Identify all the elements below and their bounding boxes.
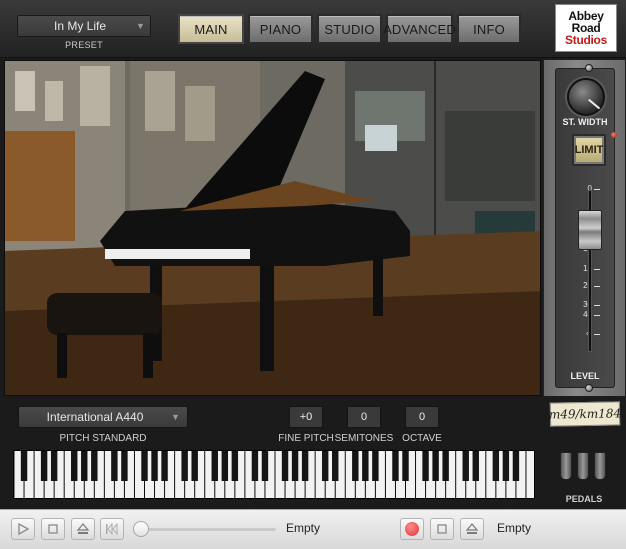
stop-icon xyxy=(48,524,58,534)
abbey-road-logo: Abbey Road Studios xyxy=(555,4,617,52)
studio-piano-image xyxy=(4,60,541,396)
tab-piano[interactable]: PIANO xyxy=(248,14,313,44)
black-key[interactable] xyxy=(221,451,229,481)
output-strip: ST. WIDTH LIMIT 0 5 10 15 20 30 40 ∞ LEV… xyxy=(543,60,625,396)
level-label: LEVEL xyxy=(570,371,600,381)
stereo-width-knob[interactable] xyxy=(567,78,605,116)
top-bar: In My Life ▼ PRESET MAIN PIANO STUDIO AD… xyxy=(0,0,626,58)
level-fader-handle[interactable] xyxy=(578,210,602,250)
limit-button[interactable]: LIMIT xyxy=(572,134,606,166)
black-key[interactable] xyxy=(422,451,429,481)
black-key[interactable] xyxy=(492,451,500,481)
pitch-standard-dropdown[interactable]: International A440 ▼ xyxy=(18,406,188,428)
black-key[interactable] xyxy=(281,451,289,481)
playback-position-track[interactable] xyxy=(138,528,276,531)
tab-main[interactable]: MAIN xyxy=(178,14,244,44)
pedal-middle[interactable] xyxy=(577,452,589,480)
pedals-icon xyxy=(558,452,608,482)
black-key[interactable] xyxy=(71,451,78,481)
black-key[interactable] xyxy=(181,451,188,481)
main-tabs: MAIN PIANO STUDIO ADVANCED INFO xyxy=(178,14,521,44)
black-key[interactable] xyxy=(191,451,198,481)
fine-pitch-label: FINE PITCH xyxy=(278,433,334,444)
pitch-standard-label: PITCH STANDARD xyxy=(59,433,147,444)
rewind-icon xyxy=(106,523,118,535)
recorder-status-text: Empty xyxy=(497,521,532,535)
black-key[interactable] xyxy=(432,451,439,481)
mic-tag: m49/km184 xyxy=(549,401,621,427)
black-key[interactable] xyxy=(251,451,259,481)
dropdown-arrow-icon: ▼ xyxy=(136,21,145,31)
black-key[interactable] xyxy=(301,451,309,481)
eject-button[interactable] xyxy=(71,518,95,540)
record-button[interactable] xyxy=(400,518,424,540)
black-key[interactable] xyxy=(321,451,329,481)
eject-icon xyxy=(77,523,89,534)
black-key[interactable] xyxy=(352,451,359,481)
preset-label: PRESET xyxy=(65,40,103,50)
octave-label: OCTAVE xyxy=(402,433,442,444)
black-key[interactable] xyxy=(20,451,28,481)
record-icon xyxy=(405,522,419,536)
black-key[interactable] xyxy=(261,451,269,481)
stereo-width-label: ST. WIDTH xyxy=(562,117,608,127)
black-key[interactable] xyxy=(502,451,510,481)
black-key[interactable] xyxy=(392,451,399,481)
black-key[interactable] xyxy=(372,451,379,481)
semitones-label: SEMITONES xyxy=(334,433,394,444)
semitones-field[interactable]: 0 xyxy=(347,406,381,428)
limit-led-icon xyxy=(611,132,617,138)
keyboard-keys[interactable] xyxy=(14,451,535,499)
tab-advanced[interactable]: ADVANCED xyxy=(383,14,456,44)
pedal-left[interactable] xyxy=(560,452,572,480)
transport-bar: Empty Empty xyxy=(0,509,626,549)
playback-position-handle[interactable] xyxy=(133,521,149,537)
rewind-button[interactable] xyxy=(100,518,124,540)
piano-illustration xyxy=(5,61,540,395)
black-key[interactable] xyxy=(462,451,469,481)
black-key[interactable] xyxy=(121,451,128,481)
black-key[interactable] xyxy=(402,451,409,481)
piano-keyboard[interactable] xyxy=(13,450,535,499)
play-icon xyxy=(18,523,29,535)
dropdown-arrow-icon: ▼ xyxy=(171,412,180,422)
tab-studio[interactable]: STUDIO xyxy=(317,14,382,44)
stop-button[interactable] xyxy=(41,518,65,540)
eject-icon xyxy=(466,523,478,534)
preset-value: In My Life xyxy=(53,19,107,33)
white-key[interactable] xyxy=(526,451,535,499)
black-key[interactable] xyxy=(442,451,449,481)
stop-icon xyxy=(437,524,447,534)
black-key[interactable] xyxy=(362,451,369,481)
black-key[interactable] xyxy=(40,451,48,481)
screw-icon xyxy=(585,64,593,72)
black-key[interactable] xyxy=(472,451,479,481)
screw-icon xyxy=(585,384,593,392)
black-key[interactable] xyxy=(141,451,148,481)
tab-info[interactable]: INFO xyxy=(457,14,521,44)
black-key[interactable] xyxy=(50,451,58,481)
black-key[interactable] xyxy=(91,451,98,481)
black-key[interactable] xyxy=(161,451,168,481)
black-key[interactable] xyxy=(111,451,118,481)
recorder-stop-button[interactable] xyxy=(430,518,454,540)
black-key[interactable] xyxy=(291,451,299,481)
pedals-label: PEDALS xyxy=(565,494,603,504)
preset-dropdown[interactable]: In My Life ▼ xyxy=(17,15,151,37)
recorder-eject-button[interactable] xyxy=(460,518,484,540)
black-key[interactable] xyxy=(512,451,520,481)
fine-pitch-field[interactable]: +0 xyxy=(289,406,323,428)
octave-field[interactable]: 0 xyxy=(405,406,439,428)
black-key[interactable] xyxy=(332,451,339,481)
pitch-standard-value: International A440 xyxy=(46,410,144,424)
black-key[interactable] xyxy=(151,451,158,481)
black-key[interactable] xyxy=(211,451,218,481)
player-status-text: Empty xyxy=(286,521,321,535)
black-key[interactable] xyxy=(231,451,239,481)
pedal-right[interactable] xyxy=(594,452,606,480)
black-key[interactable] xyxy=(81,451,88,481)
play-button[interactable] xyxy=(11,518,35,540)
